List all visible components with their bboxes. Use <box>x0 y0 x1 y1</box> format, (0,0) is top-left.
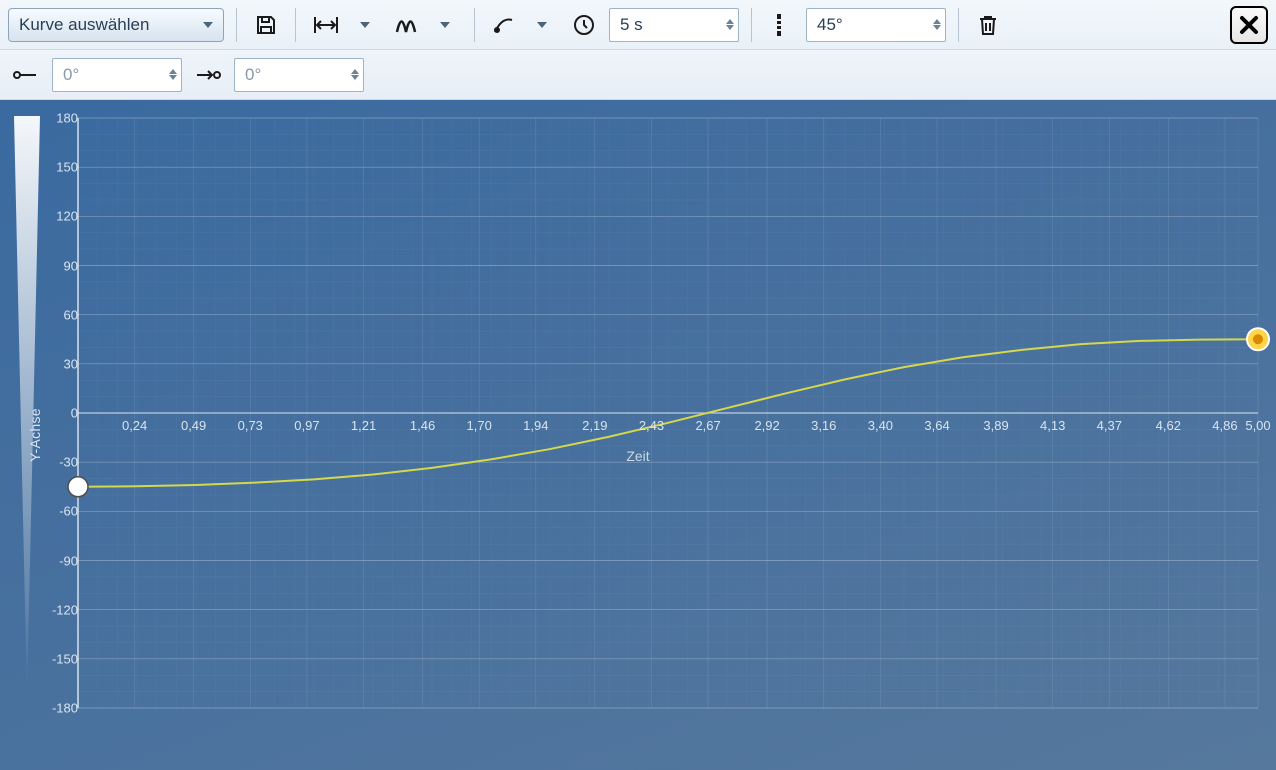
handle-a-input[interactable]: 0° <box>52 58 182 92</box>
chevron-down-icon <box>440 22 450 28</box>
tangent-tool-combo <box>487 8 559 42</box>
wave-button[interactable] <box>390 8 424 42</box>
separator <box>295 8 296 42</box>
handle-b-button[interactable] <box>190 58 226 92</box>
x-tick-label: 1,70 <box>467 418 492 433</box>
x-tick-label: 1,21 <box>351 418 376 433</box>
y-tick-label: -60 <box>38 504 78 519</box>
handle-in-icon <box>194 66 222 84</box>
x-tick-label: 3,89 <box>983 418 1008 433</box>
handle-b-spinner[interactable] <box>351 69 359 80</box>
x-tick-label: 0,49 <box>181 418 206 433</box>
separator <box>751 8 752 42</box>
delete-button[interactable] <box>971 8 1005 42</box>
scale-button[interactable] <box>764 8 798 42</box>
curve-select-dropdown[interactable]: Kurve auswählen <box>8 8 224 42</box>
x-tick-label: 0,73 <box>238 418 263 433</box>
save-icon <box>254 13 278 37</box>
tangent-button[interactable] <box>487 8 521 42</box>
x-tick-label: 0,97 <box>294 418 319 433</box>
handle-a-spinner[interactable] <box>169 69 177 80</box>
handle-out-icon <box>12 66 40 84</box>
x-tick-label: 4,37 <box>1097 418 1122 433</box>
time-spinner[interactable] <box>726 19 734 30</box>
handle-a-value: 0° <box>63 65 79 85</box>
y-tick-label: -180 <box>38 701 78 716</box>
main-toolbar: Kurve auswählen 5 s 45° <box>0 0 1276 50</box>
x-tick-label: 1,94 <box>523 418 548 433</box>
x-tick-label: 3,64 <box>924 418 949 433</box>
wave-icon <box>394 14 420 36</box>
y-tick-label: -120 <box>38 602 78 617</box>
time-input[interactable]: 5 s <box>609 8 739 42</box>
y-tick-label: 180 <box>38 111 78 126</box>
angle-spinner[interactable] <box>933 19 941 30</box>
x-axis-label: Zeit <box>626 448 649 464</box>
time-value: 5 s <box>620 15 643 35</box>
y-tick-label: 150 <box>38 160 78 175</box>
chart-svg <box>0 100 1276 770</box>
tangent-dropdown[interactable] <box>525 8 559 42</box>
y-tick-label: 30 <box>38 356 78 371</box>
trash-icon <box>977 13 999 37</box>
y-tick-label: 90 <box>38 258 78 273</box>
curve-select-label: Kurve auswählen <box>19 15 149 35</box>
tangent-icon <box>492 14 516 36</box>
x-tick-label: 2,67 <box>695 418 720 433</box>
y-tick-label: -90 <box>38 553 78 568</box>
x-tick-label: 3,16 <box>811 418 836 433</box>
wave-tool-combo <box>390 8 462 42</box>
y-tick-label: 0 <box>38 406 78 421</box>
angle-input[interactable]: 45° <box>806 8 946 42</box>
x-tick-label: 2,92 <box>754 418 779 433</box>
x-tick-label: 4,13 <box>1040 418 1065 433</box>
handle-b-input[interactable]: 0° <box>234 58 364 92</box>
separator <box>958 8 959 42</box>
width-button[interactable] <box>308 8 344 42</box>
handle-a-button[interactable] <box>8 58 44 92</box>
y-tick-label: -30 <box>38 455 78 470</box>
x-tick-label: 0,24 <box>122 418 147 433</box>
chevron-down-icon <box>203 22 213 28</box>
x-tick-label: 1,46 <box>410 418 435 433</box>
separator <box>236 8 237 42</box>
x-tick-label: 2,43 <box>639 418 664 433</box>
clock-button[interactable] <box>567 8 601 42</box>
y-tick-label: -150 <box>38 651 78 666</box>
y-tick-label: 120 <box>38 209 78 224</box>
chart-area[interactable]: Y-Achse Zeit 1801501209060300-30-60-90-1… <box>0 100 1276 770</box>
close-button[interactable] <box>1230 6 1268 44</box>
angle-value: 45° <box>817 15 843 35</box>
separator <box>474 8 475 42</box>
x-tick-label: 3,40 <box>868 418 893 433</box>
x-tick-label: 5,00 <box>1245 418 1270 433</box>
ruler-icon <box>771 13 791 37</box>
x-tick-label: 4,86 <box>1212 418 1237 433</box>
width-tool-combo <box>308 8 382 42</box>
save-button[interactable] <box>249 8 283 42</box>
close-icon <box>1237 13 1261 37</box>
y-tick-label: 60 <box>38 307 78 322</box>
chevron-down-icon <box>360 22 370 28</box>
x-tick-label: 4,62 <box>1156 418 1181 433</box>
chevron-down-icon <box>537 22 547 28</box>
width-dropdown[interactable] <box>348 8 382 42</box>
handle-b-value: 0° <box>245 65 261 85</box>
width-arrows-icon <box>312 14 340 36</box>
wave-dropdown[interactable] <box>428 8 462 42</box>
secondary-toolbar: 0° 0° <box>0 50 1276 100</box>
clock-icon <box>572 13 596 37</box>
x-tick-label: 2,19 <box>582 418 607 433</box>
